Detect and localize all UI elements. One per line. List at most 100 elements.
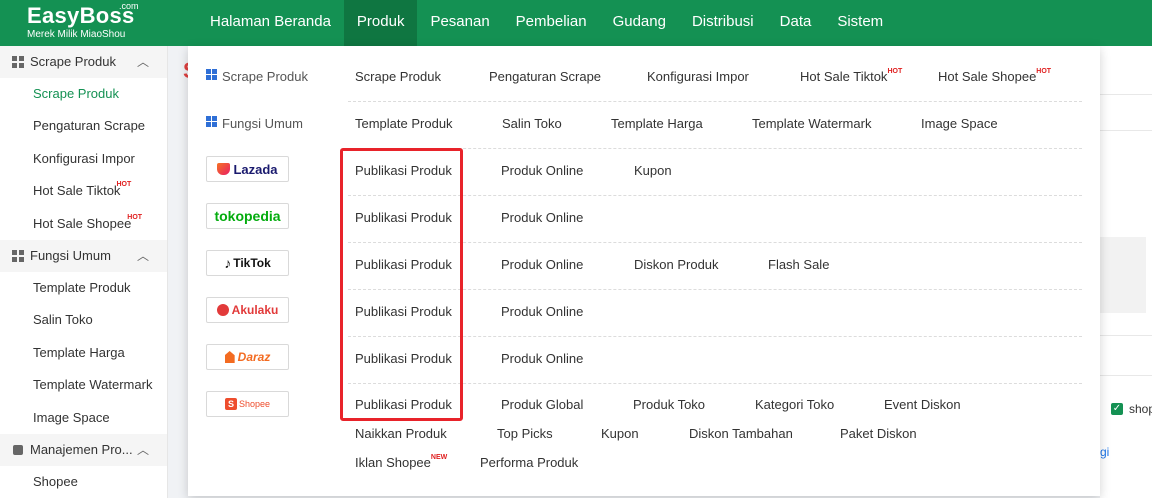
menu-link-shopee-top-picks[interactable]: Top Picks [497, 426, 553, 441]
sidebar-item-pengaturan-scrape[interactable]: Pengaturan Scrape [0, 110, 167, 142]
menu-link-template-harga[interactable]: Template Harga [611, 116, 703, 131]
menu-section-label: Fungsi Umum [222, 116, 303, 131]
nav-pesanan[interactable]: Pesanan [417, 0, 502, 46]
menu-link-salin-toko[interactable]: Salin Toko [502, 116, 562, 131]
menu-link-image-space[interactable]: Image Space [921, 116, 998, 131]
menu-link-label: Iklan Shopee [355, 455, 431, 470]
nav-data[interactable]: Data [767, 0, 825, 46]
menu-link-tiktok-diskon-produk[interactable]: Diskon Produk [634, 257, 719, 272]
menu-link-shopee-event-diskon[interactable]: Event Diskon [884, 397, 961, 412]
menu-link-tiktok-produk-online[interactable]: Produk Online [501, 257, 583, 272]
brand-name: Lazada [233, 161, 278, 177]
menu-link-shopee-paket-diskon[interactable]: Paket Diskon [840, 426, 917, 441]
divider [1100, 130, 1152, 131]
brand-name: TikTok [233, 256, 271, 270]
sidebar-item-template-harga[interactable]: Template Harga [0, 337, 167, 369]
hot-badge: HOT [887, 68, 903, 75]
menu-section-label: Scrape Produk [222, 69, 308, 84]
lazada-logo: Lazada [206, 156, 289, 182]
sidebar-group-manajemen-produk[interactable]: Manajemen Pro... ︿ [0, 433, 167, 466]
publikasi-produk-highlight-box [340, 148, 463, 421]
menu-link-template-produk[interactable]: Template Produk [355, 116, 453, 131]
menu-link-tiktok-publikasi-produk[interactable]: Publikasi Produk [355, 257, 452, 272]
chevron-up-icon: ︿ [136, 442, 149, 457]
menu-link-label: Hot Sale Tiktok [800, 69, 888, 84]
sidebar-group-scrape-produk[interactable]: Scrape Produk ︿ [0, 46, 167, 78]
menu-link-shopee-iklan-shopee[interactable]: Iklan ShopeeNEW [355, 454, 447, 470]
menu-link-shopee-performa-produk[interactable]: Performa Produk [480, 455, 578, 470]
hot-badge: HOT [127, 213, 143, 221]
menu-link-lazada-kupon[interactable]: Kupon [634, 163, 672, 178]
link-fragment[interactable]: gi [1100, 445, 1109, 459]
nav-pembelian[interactable]: Pembelian [503, 0, 600, 46]
menu-link-lazada-publikasi-produk[interactable]: Publikasi Produk [355, 163, 452, 178]
menu-link-shopee-produk-global[interactable]: Produk Global [501, 397, 583, 412]
menu-link-daraz-publikasi-produk[interactable]: Publikasi Produk [355, 351, 452, 366]
brand-name: Akulaku [231, 303, 279, 317]
daraz-mark-icon [224, 351, 235, 363]
menu-divider [348, 148, 1082, 149]
menu-divider [348, 242, 1082, 243]
menu-link-shopee-kategori-toko[interactable]: Kategori Toko [755, 397, 834, 412]
sidebar-item-hot-sale-shopee[interactable]: Hot Sale ShopeeHOT [0, 208, 167, 240]
grid-icon [12, 56, 24, 68]
menu-section-scrape-produk: Scrape Produk [206, 69, 308, 84]
menu-link-daraz-produk-online[interactable]: Produk Online [501, 351, 583, 366]
chevron-up-icon: ︿ [136, 55, 149, 69]
lazada-heart-icon [217, 163, 231, 175]
logo-com: .com [119, 1, 139, 11]
menu-link-scrape-produk[interactable]: Scrape Produk [355, 69, 441, 84]
menu-link-shopee-kupon[interactable]: Kupon [601, 426, 639, 441]
menu-link-shopee-publikasi-produk[interactable]: Publikasi Produk [355, 397, 452, 412]
sidebar-item-template-produk[interactable]: Template Produk [0, 272, 167, 304]
menu-link-akulaku-publikasi-produk[interactable]: Publikasi Produk [355, 304, 452, 319]
menu-link-akulaku-produk-online[interactable]: Produk Online [501, 304, 583, 319]
sidebar-item-scrape-produk[interactable]: Scrape Produk [0, 78, 167, 110]
produk-dropdown-menu: Scrape Produk Scrape Produk Pengaturan S… [188, 46, 1100, 496]
content-box [1100, 237, 1146, 313]
akulaku-logo: Akulaku [206, 297, 289, 323]
menu-link-hot-sale-tiktok[interactable]: Hot Sale TiktokHOT [800, 68, 903, 84]
divider [1100, 94, 1152, 95]
menu-link-shopee-diskon-tambahan[interactable]: Diskon Tambahan [689, 426, 793, 441]
nav-halaman-beranda[interactable]: Halaman Beranda [197, 0, 344, 46]
nav-gudang[interactable]: Gudang [600, 0, 679, 46]
menu-divider [348, 289, 1082, 290]
sidebar-item-salin-toko[interactable]: Salin Toko [0, 304, 167, 336]
sidebar-group-label: Manajemen Pro... [30, 441, 133, 457]
grid-icon [206, 116, 217, 129]
menu-link-hot-sale-shopee[interactable]: Hot Sale ShopeeHOT [938, 68, 1051, 84]
box-icon [12, 444, 24, 456]
nav-sistem[interactable]: Sistem [824, 0, 896, 46]
menu-link-tokopedia-publikasi-produk[interactable]: Publikasi Produk [355, 210, 452, 225]
menu-link-pengaturan-scrape[interactable]: Pengaturan Scrape [489, 69, 601, 84]
menu-divider [348, 101, 1082, 102]
top-navigation-bar: EasyBoss .com Merek Milik MiaoShou Halam… [0, 0, 1152, 46]
shop-checkbox[interactable]: ✓ [1111, 403, 1123, 415]
menu-link-konfigurasi-impor[interactable]: Konfigurasi Impor [647, 69, 749, 84]
sidebar: Scrape Produk ︿ Scrape Produk Pengaturan… [0, 46, 168, 498]
menu-link-tokopedia-produk-online[interactable]: Produk Online [501, 210, 583, 225]
tiktok-logo: ♪ TikTok [206, 250, 289, 276]
nav-produk[interactable]: Produk [343, 0, 418, 46]
sidebar-item-hot-sale-tiktok[interactable]: Hot Sale TiktokHOT [0, 175, 167, 207]
sidebar-item-label: Hot Sale Tiktok [33, 183, 121, 199]
sidebar-item-template-watermark[interactable]: Template Watermark [0, 369, 167, 401]
menu-link-template-watermark[interactable]: Template Watermark [752, 116, 871, 131]
menu-link-shopee-naikkan-produk[interactable]: Naikkan Produk [355, 426, 447, 441]
menu-divider [348, 195, 1082, 196]
sidebar-group-fungsi-umum[interactable]: Fungsi Umum ︿ [0, 239, 167, 272]
sidebar-group-label: Fungsi Umum [30, 247, 111, 263]
shopee-bag-icon: S [224, 398, 237, 410]
nav-distribusi[interactable]: Distribusi [679, 0, 767, 46]
menu-link-tiktok-flash-sale[interactable]: Flash Sale [768, 257, 829, 272]
menu-divider [348, 383, 1082, 384]
tokopedia-logo: tokopedia [206, 203, 289, 229]
menu-link-shopee-produk-toko[interactable]: Produk Toko [633, 397, 705, 412]
easyboss-logo[interactable]: EasyBoss .com Merek Milik MiaoShou [27, 1, 139, 40]
sidebar-item-image-space[interactable]: Image Space [0, 402, 167, 434]
sidebar-item-shopee[interactable]: Shopee [0, 466, 167, 498]
sidebar-item-konfigurasi-impor[interactable]: Konfigurasi Impor [0, 143, 167, 175]
menu-link-lazada-produk-online[interactable]: Produk Online [501, 163, 583, 178]
brand-name: Daraz [237, 350, 271, 364]
